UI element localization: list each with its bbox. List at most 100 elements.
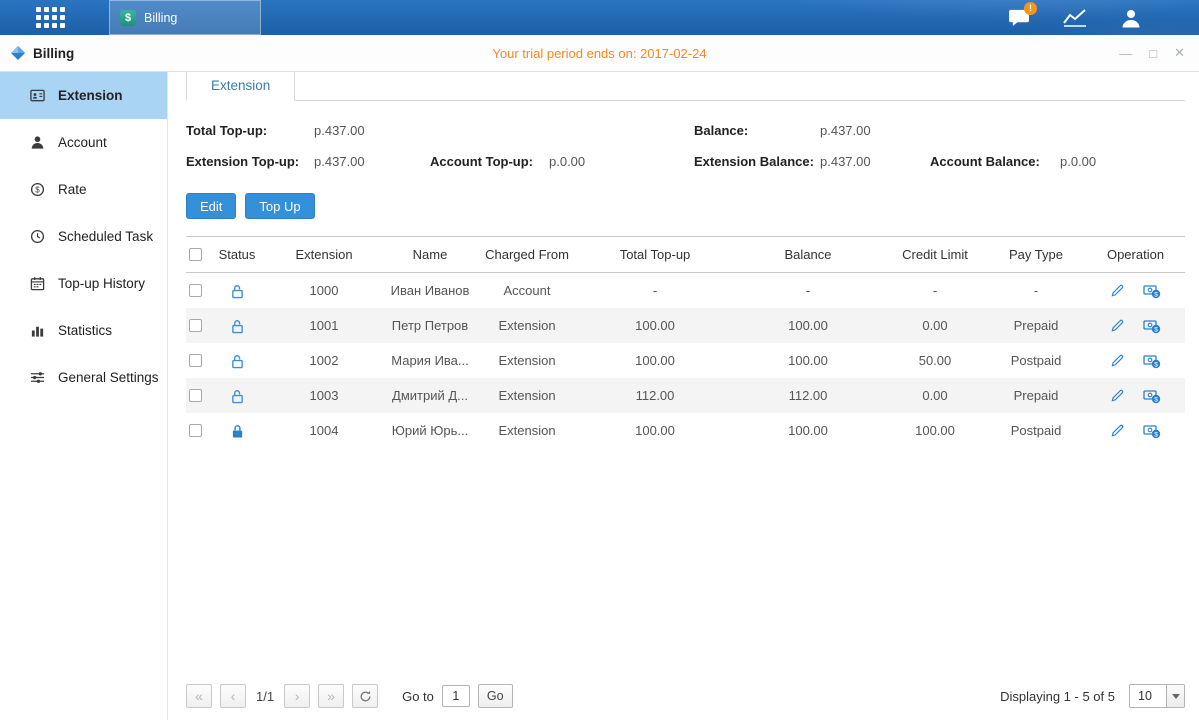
billing-app-tab-label: Billing	[144, 11, 177, 25]
refresh-button[interactable]	[352, 684, 378, 708]
billing-app-tab[interactable]: $ Billing	[109, 0, 261, 35]
col-balance[interactable]: Balance	[732, 247, 884, 262]
edit-row-icon[interactable]	[1110, 388, 1125, 404]
svg-text:$: $	[35, 185, 40, 194]
edit-row-icon[interactable]	[1110, 423, 1125, 439]
go-button[interactable]: Go	[478, 684, 513, 708]
status-lock-icon	[210, 282, 264, 298]
sidebar-item-label: Scheduled Task	[58, 229, 153, 244]
first-page-button[interactable]: «	[186, 684, 212, 708]
total-topup-cell: 100.00	[578, 423, 732, 438]
name-cell: Петр Петров	[384, 318, 476, 333]
person-icon	[30, 135, 45, 150]
extension-table: Status Extension Name Charged From Total…	[186, 236, 1185, 448]
window-controls: — □ ✕	[1119, 45, 1199, 61]
user-account-icon[interactable]	[1118, 6, 1144, 30]
sidebar-item-rate[interactable]: $ Rate	[0, 166, 167, 213]
charged-from-cell: Extension	[476, 318, 578, 333]
row-checkbox[interactable]	[189, 389, 202, 402]
balance-cell: 100.00	[732, 353, 884, 368]
total-topup-value: p.437.00	[314, 123, 365, 138]
notifications-icon[interactable]: !	[1006, 6, 1032, 30]
total-topup-cell: -	[578, 283, 732, 298]
topbar-right-icons: !	[1006, 6, 1199, 30]
edit-row-icon[interactable]	[1110, 283, 1125, 299]
topup-row-icon[interactable]: $	[1143, 423, 1161, 439]
col-pay-type[interactable]: Pay Type	[986, 247, 1086, 262]
col-name[interactable]: Name	[384, 247, 476, 262]
maximize-icon[interactable]: □	[1149, 46, 1157, 61]
sidebar-item-extension[interactable]: Extension	[0, 72, 167, 119]
billing-dollar-icon: $	[120, 10, 136, 26]
col-status[interactable]: Status	[210, 247, 264, 262]
topup-row-icon[interactable]: $	[1143, 388, 1161, 404]
last-page-button[interactable]: »	[318, 684, 344, 708]
apps-grid-icon[interactable]	[36, 7, 65, 28]
sidebar-item-account[interactable]: Account	[0, 119, 167, 166]
row-checkbox[interactable]	[189, 354, 202, 367]
page-size-select[interactable]: 10	[1129, 684, 1185, 708]
topup-row-icon[interactable]: $	[1143, 318, 1161, 334]
table-body: 1000 Иван Иванов Account - - - - $	[186, 273, 1185, 448]
edit-row-icon[interactable]	[1110, 353, 1125, 369]
col-credit-limit[interactable]: Credit Limit	[884, 247, 986, 262]
summary-row-1: Total Top-up: p.437.00 Balance: p.437.00	[186, 118, 1185, 149]
table-row[interactable]: 1000 Иван Иванов Account - - - - $	[186, 273, 1185, 308]
balance-label: Balance:	[694, 123, 748, 138]
calendar-icon	[30, 276, 45, 291]
row-checkbox[interactable]	[189, 319, 202, 332]
svg-text:$: $	[1154, 361, 1158, 368]
account-balance-label: Account Balance:	[930, 154, 1040, 169]
app-body: Extension Account $ Rate	[0, 72, 1199, 720]
col-extension[interactable]: Extension	[264, 247, 384, 262]
balance-cell: 100.00	[732, 318, 884, 333]
table-row[interactable]: 1001 Петр Петров Extension 100.00 100.00…	[186, 308, 1185, 343]
action-buttons: Edit Top Up	[186, 193, 1185, 219]
resource-monitor-icon[interactable]	[1062, 6, 1088, 30]
pay-type-cell: Prepaid	[986, 318, 1086, 333]
select-all-checkbox[interactable]	[189, 248, 202, 261]
minimize-icon[interactable]: —	[1119, 46, 1132, 61]
credit-limit-cell: 0.00	[884, 318, 986, 333]
clock-icon	[30, 229, 45, 244]
col-charged-from[interactable]: Charged From	[476, 247, 578, 262]
table-row[interactable]: 1003 Дмитрий Д... Extension 112.00 112.0…	[186, 378, 1185, 413]
prev-page-button[interactable]: ‹	[220, 684, 246, 708]
charged-from-cell: Extension	[476, 353, 578, 368]
sidebar-item-statistics[interactable]: Statistics	[0, 307, 167, 354]
sidebar-item-general-settings[interactable]: General Settings	[0, 354, 167, 401]
goto-page-input[interactable]	[442, 685, 470, 707]
sidebar-item-scheduled-task[interactable]: Scheduled Task	[0, 213, 167, 260]
edit-row-icon[interactable]	[1110, 318, 1125, 334]
top-up-button[interactable]: Top Up	[245, 193, 314, 219]
close-icon[interactable]: ✕	[1174, 45, 1185, 61]
window-titlebar: Billing Your trial period ends on: 2017-…	[0, 35, 1199, 72]
next-page-button[interactable]: ›	[284, 684, 310, 708]
table-row[interactable]: 1004 Юрий Юрь... Extension 100.00 100.00…	[186, 413, 1185, 448]
row-checkbox[interactable]	[189, 284, 202, 297]
total-topup-cell: 100.00	[578, 318, 732, 333]
status-lock-icon	[210, 387, 264, 403]
trial-notice: Your trial period ends on: 2017-02-24	[0, 46, 1199, 61]
summary-row-2: Extension Top-up: p.437.00 Account Top-u…	[186, 149, 1185, 180]
name-cell: Юрий Юрь...	[384, 423, 476, 438]
sidebar-item-label: Top-up History	[58, 276, 145, 291]
topup-row-icon[interactable]: $	[1143, 283, 1161, 299]
table-row[interactable]: 1002 Мария Ива... Extension 100.00 100.0…	[186, 343, 1185, 378]
bar-chart-icon	[30, 323, 45, 338]
col-total-topup[interactable]: Total Top-up	[578, 247, 732, 262]
sidebar-item-topup-history[interactable]: Top-up History	[0, 260, 167, 307]
topup-row-icon[interactable]: $	[1143, 353, 1161, 369]
row-checkbox[interactable]	[189, 424, 202, 437]
svg-text:$: $	[1154, 396, 1158, 403]
chevron-down-icon	[1166, 685, 1184, 707]
main-panel: Extension Total Top-up: p.437.00 Balance…	[168, 72, 1199, 720]
sidebar-item-label: Rate	[58, 182, 87, 197]
col-operation: Operation	[1086, 247, 1185, 262]
sidebar-item-label: Extension	[58, 88, 123, 103]
account-topup-value: p.0.00	[549, 154, 585, 169]
balance-cell: 112.00	[732, 388, 884, 403]
tab-extension[interactable]: Extension	[186, 71, 295, 101]
edit-button[interactable]: Edit	[186, 193, 236, 219]
system-topbar: $ Billing !	[0, 0, 1199, 35]
